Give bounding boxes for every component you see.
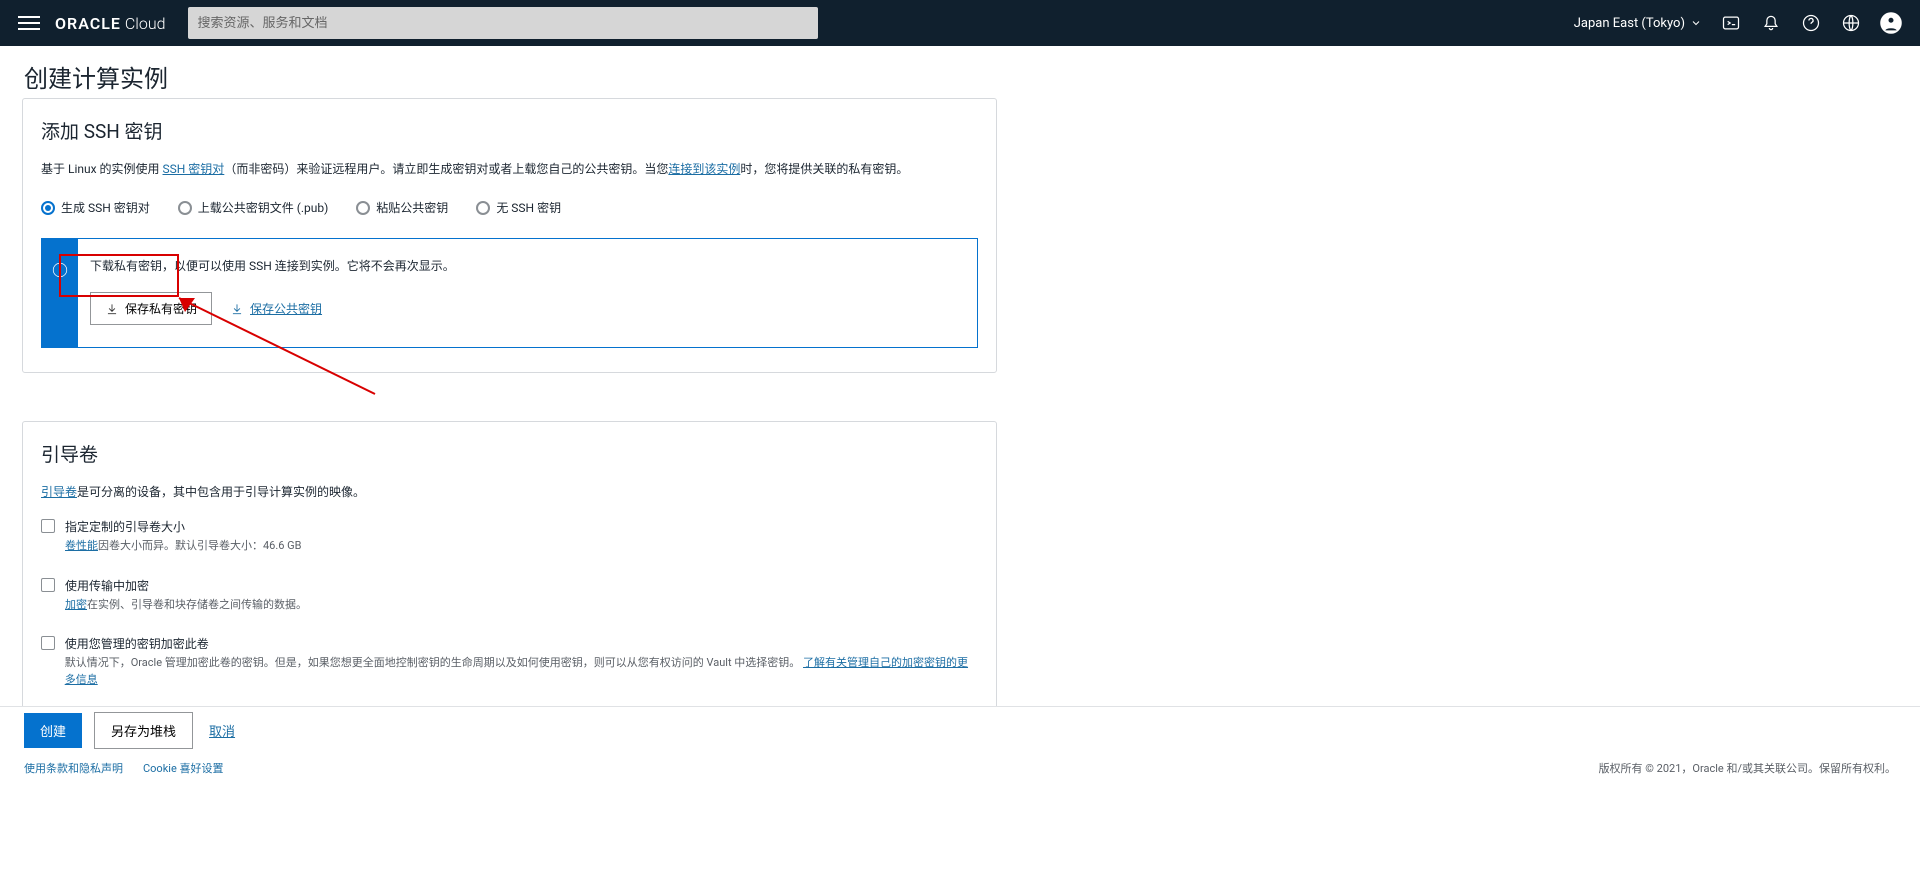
save-public-key-link[interactable]: 保存公共密钥 [230,300,322,317]
ssh-option-radios: 生成 SSH 密钥对 上载公共密钥文件 (.pub) 粘贴公共密钥 无 SSH … [41,199,978,216]
radio-generate-keypair[interactable]: 生成 SSH 密钥对 [41,199,150,216]
bootvol-heading: 引导卷 [41,440,978,467]
ssh-desc-pre: 基于 Linux 的实例使用 [41,162,163,176]
region-label: Japan East (Tokyo) [1574,16,1685,31]
radio-dot-selected [41,201,55,215]
brand-text-oracle: ORACLE [55,14,121,33]
global-top-bar: ORACLE Cloud Japan East (Tokyo) [0,0,1920,46]
download-icon [230,302,244,316]
save-private-key-button[interactable]: 保存私有密钥 [90,292,212,325]
checkbox-input[interactable] [41,636,55,650]
download-key-infobox: 下载私有密钥，以便可以使用 SSH 连接到实例。它将不会再次显示。 保存私有密钥… [41,238,978,348]
save-private-label: 保存私有密钥 [125,300,197,317]
page-title: 创建计算实例 [24,59,168,94]
radio-label: 粘贴公共密钥 [376,199,448,216]
footer-links: 使用条款和隐私声明 Cookie 喜好设置 版权所有 © 2021，Oracle… [0,754,1920,782]
notifications-icon[interactable] [1760,12,1782,34]
create-action-bar: 创建 另存为堆栈 取消 [0,706,1920,754]
cloud-shell-icon[interactable] [1720,12,1742,34]
user-avatar-icon[interactable] [1880,12,1902,34]
save-public-label: 保存公共密钥 [250,300,322,317]
radio-label: 无 SSH 密钥 [496,199,561,216]
radio-dot [178,201,192,215]
download-icon [105,302,119,316]
checkbox-label: 指定定制的引导卷大小 [65,518,302,535]
checkbox-input[interactable] [41,578,55,592]
radio-label: 上载公共密钥文件 (.pub) [198,199,329,216]
search-input[interactable] [198,16,808,31]
brand-text-cloud: Cloud [125,14,166,33]
radio-dot [356,201,370,215]
ssh-desc-post: 时，您将提供关联的私有密钥。 [740,162,908,176]
checkbox-intransit-encryption: 使用传输中加密 加密在实例、引导卷和块存储卷之间传输的数据。 [41,577,978,614]
ssh-heading: 添加 SSH 密钥 [41,117,978,144]
checkbox-customer-managed-key: 使用您管理的密钥加密此卷 默认情况下，Oracle 管理加密此卷的密钥。但是，如… [41,635,978,688]
chevron-down-icon [1690,17,1702,29]
encryption-link[interactable]: 加密 [65,598,87,611]
bootvol-link[interactable]: 引导卷 [41,485,77,499]
create-button[interactable]: 创建 [24,713,82,748]
radio-upload-pub[interactable]: 上载公共密钥文件 (.pub) [178,199,329,216]
checkbox-custom-size: 指定定制的引导卷大小 卷性能因卷大小而异。默认引导卷大小：46.6 GB [41,518,978,555]
help-pre: 默认情况下，Oracle 管理加密此卷的密钥。但是，如果您想更全面地控制密钥的生… [65,656,801,669]
checkbox-help: 加密在实例、引导卷和块存储卷之间传输的数据。 [65,597,307,614]
page-heading-row: 创建计算实例 [0,46,1920,90]
nav-menu-button[interactable] [18,12,40,34]
radio-paste-key[interactable]: 粘贴公共密钥 [356,199,448,216]
global-search[interactable] [188,7,818,39]
boot-volume-card: 引导卷 引导卷是可分离的设备，其中包含用于引导计算实例的映像。 指定定制的引导卷… [22,421,997,713]
bootvol-description: 引导卷是可分离的设备，其中包含用于引导计算实例的映像。 [41,483,978,500]
checkbox-label: 使用传输中加密 [65,577,307,594]
info-bar [42,239,78,347]
checkbox-label: 使用您管理的密钥加密此卷 [65,635,978,652]
cancel-link[interactable]: 取消 [209,721,235,740]
ssh-desc-mid: （而非密码）来验证远程用户。请立即生成密钥对或者上载您自己的公共密钥。当您 [224,162,668,176]
info-text: 下载私有密钥，以便可以使用 SSH 连接到实例。它将不会再次显示。 [90,257,959,274]
checkbox-help: 卷性能因卷大小而异。默认引导卷大小：46.6 GB [65,538,302,555]
copyright-text: 版权所有 © 2021，Oracle 和/或其关联公司。保留所有权利。 [1599,760,1896,776]
ssh-description: 基于 Linux 的实例使用 SSH 密钥对（而非密码）来验证远程用户。请立即生… [41,160,978,179]
help-rest: 在实例、引导卷和块存储卷之间传输的数据。 [87,598,307,611]
radio-label: 生成 SSH 密钥对 [61,199,150,216]
radio-dot [476,201,490,215]
ssh-keypair-link[interactable]: SSH 密钥对 [163,162,225,176]
terms-link[interactable]: 使用条款和隐私声明 [24,760,123,776]
help-rest: 因卷大小而异。默认引导卷大小：46.6 GB [98,539,302,552]
checkbox-input[interactable] [41,519,55,533]
vol-perf-link[interactable]: 卷性能 [65,539,98,552]
cookie-pref-link[interactable]: Cookie 喜好设置 [143,760,224,776]
connect-instance-link[interactable]: 连接到该实例 [668,162,740,176]
ssh-keys-card: 添加 SSH 密钥 基于 Linux 的实例使用 SSH 密钥对（而非密码）来验… [22,98,997,373]
globe-icon[interactable] [1840,12,1862,34]
brand-logo[interactable]: ORACLE Cloud [55,14,166,33]
info-icon [51,261,69,279]
region-selector[interactable]: Japan East (Tokyo) [1574,16,1702,31]
help-icon[interactable] [1800,12,1822,34]
save-as-stack-button[interactable]: 另存为堆栈 [94,712,193,749]
radio-no-key[interactable]: 无 SSH 密钥 [476,199,561,216]
checkbox-help: 默认情况下，Oracle 管理加密此卷的密钥。但是，如果您想更全面地控制密钥的生… [65,655,978,688]
bootvol-desc-rest: 是可分离的设备，其中包含用于引导计算实例的映像。 [77,485,365,499]
